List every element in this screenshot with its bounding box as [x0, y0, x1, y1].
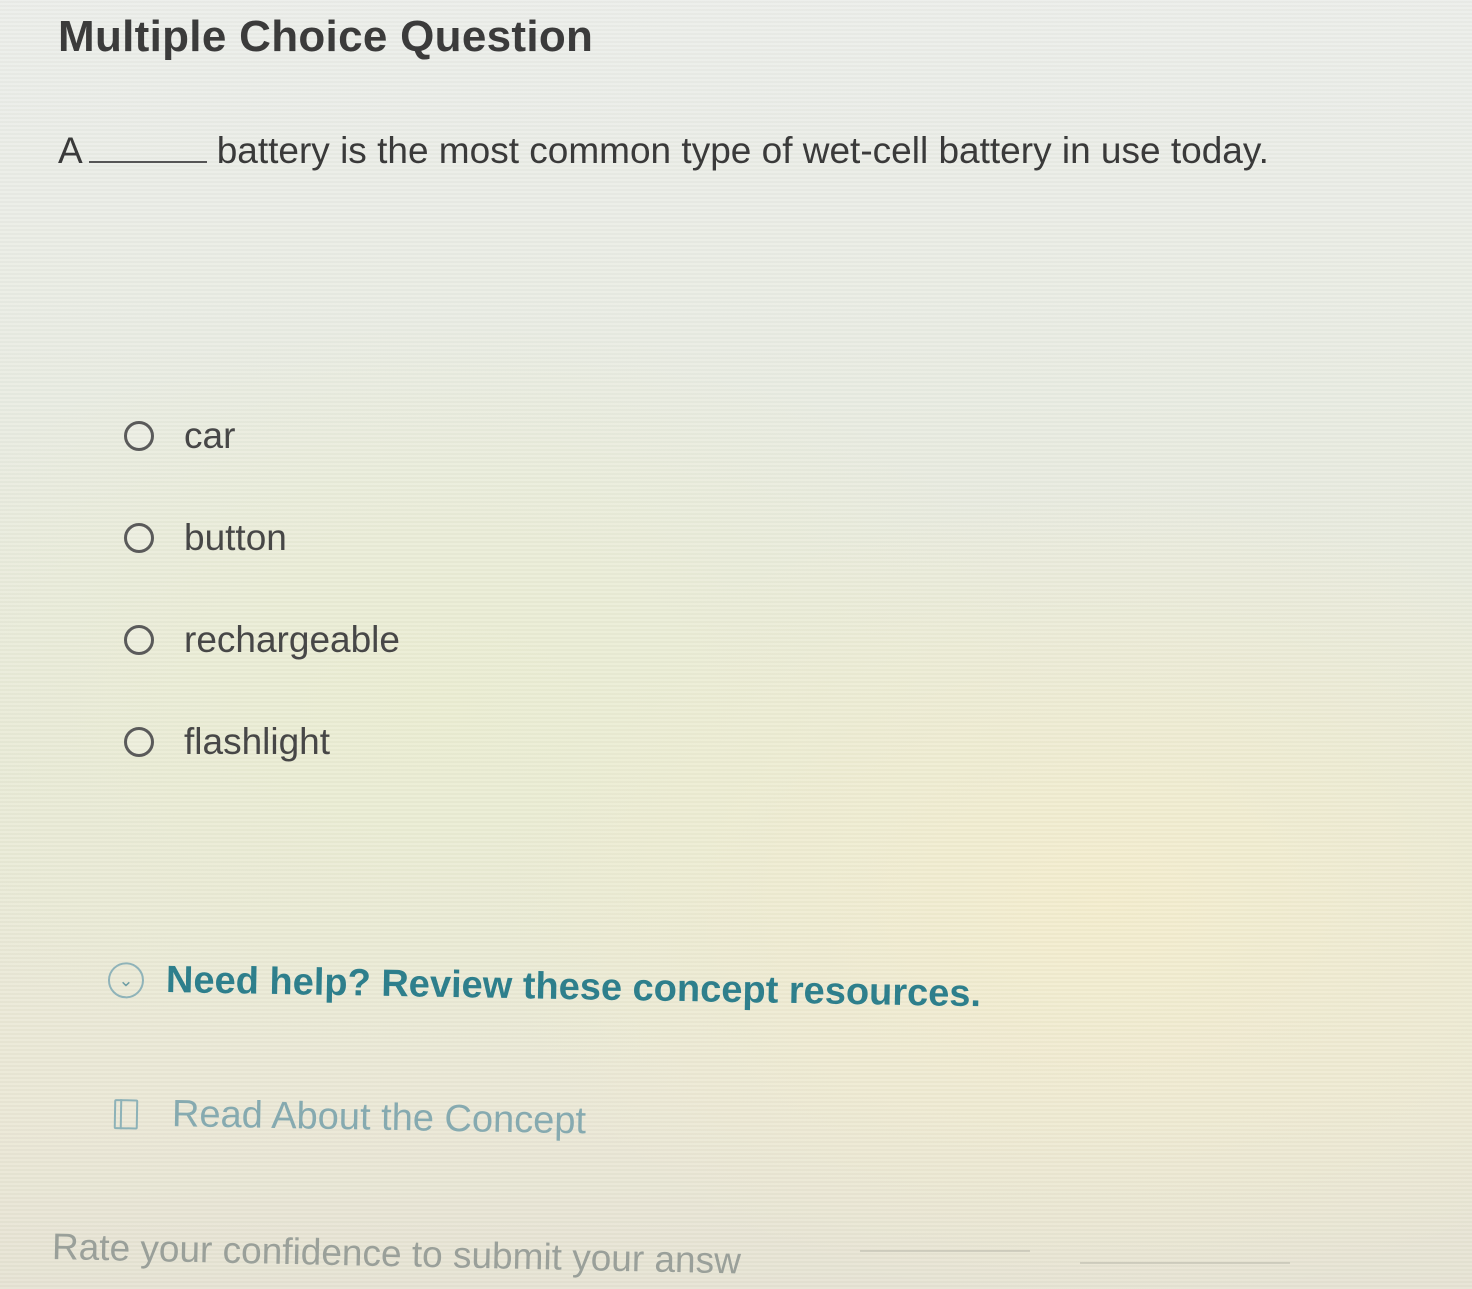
answer-options: car button rechargeable flashlight [124, 385, 400, 793]
read-concept-link[interactable]: Read About the Concept [110, 1092, 587, 1143]
radio-button[interactable] [124, 727, 154, 757]
option-rechargeable[interactable]: rechargeable [124, 589, 400, 691]
option-label: rechargeable [184, 619, 400, 660]
option-label: car [184, 415, 236, 456]
radio-button[interactable] [124, 421, 154, 451]
question-text: Abattery is the most common type of wet-… [58, 130, 1269, 172]
divider [860, 1250, 1030, 1252]
confidence-prompt: Rate your confidence to submit your answ [51, 1226, 742, 1282]
radio-button[interactable] [124, 523, 154, 553]
book-icon [110, 1095, 145, 1134]
answer-blank [88, 133, 207, 163]
option-car[interactable]: car [124, 385, 400, 487]
chevron-down-icon[interactable]: ⌄ [107, 961, 145, 999]
page-title: Multiple Choice Question [58, 12, 594, 61]
help-link[interactable]: Need help? Review these concept resource… [166, 959, 982, 1016]
divider [1080, 1262, 1290, 1264]
question-prefix: A [58, 130, 83, 171]
radio-button[interactable] [124, 625, 154, 655]
option-label: button [184, 517, 287, 558]
option-button[interactable]: button [124, 487, 400, 589]
question-suffix: battery is the most common type of wet-c… [216, 130, 1269, 171]
help-toggle[interactable]: ⌄ Need help? Review these concept resour… [107, 958, 982, 1016]
read-concept-label[interactable]: Read About the Concept [172, 1093, 587, 1143]
option-flashlight[interactable]: flashlight [124, 691, 400, 793]
option-label: flashlight [184, 721, 331, 762]
